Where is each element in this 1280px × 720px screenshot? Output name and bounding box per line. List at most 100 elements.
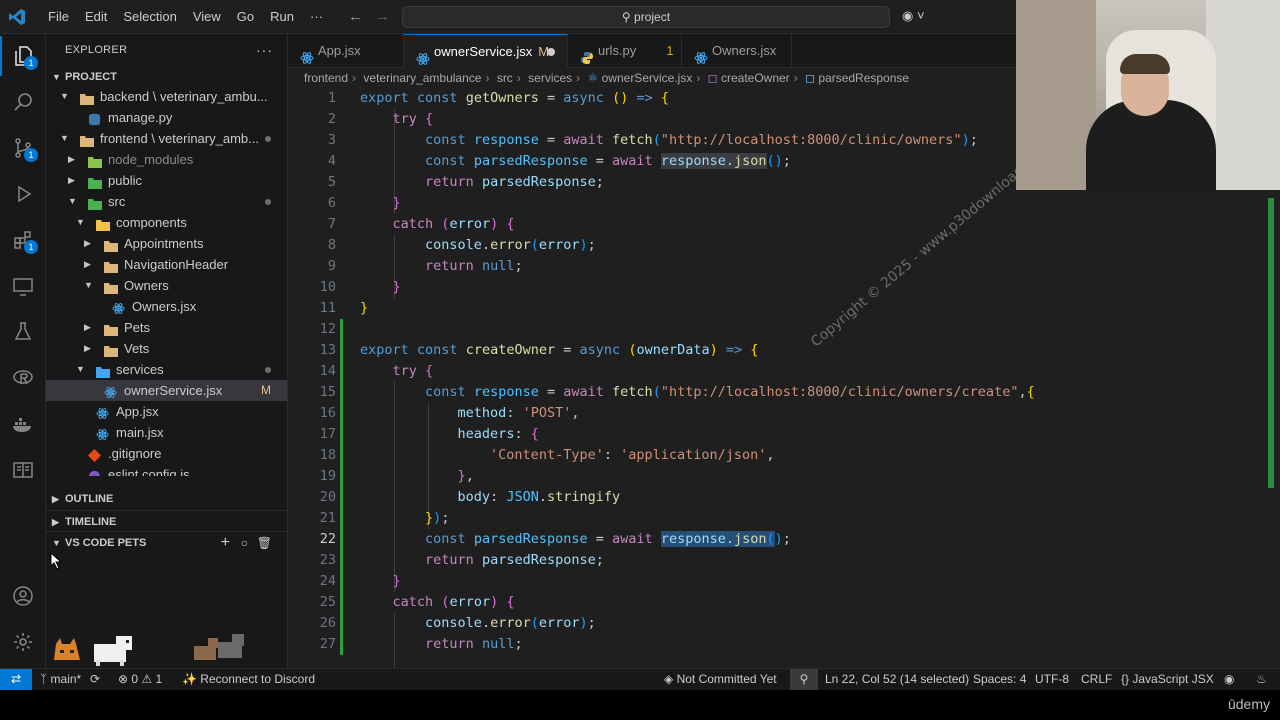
breadcrumb-item[interactable]: services [528, 71, 572, 85]
tab-label: Owners.jsx [712, 43, 777, 58]
tree-item[interactable]: ▼ Owners [46, 275, 287, 296]
chevron-down-icon: ▼ [60, 133, 69, 143]
search-activity-icon[interactable] [0, 82, 46, 122]
line-number: 12 [319, 321, 336, 337]
breadcrumb-item[interactable]: createOwner [721, 71, 790, 85]
discord-status[interactable]: ✨ Reconnect to Discord [182, 669, 315, 690]
tree-item[interactable]: ▼ components [46, 212, 287, 233]
settings-gear-icon[interactable] [0, 622, 46, 662]
command-center-search[interactable]: ⚲ project [402, 6, 890, 28]
tree-item[interactable]: App.jsx [46, 401, 287, 422]
menu-more[interactable]: ··· [302, 0, 331, 34]
r-extension-icon[interactable] [0, 358, 46, 398]
project-section-label: PROJECT [65, 71, 117, 83]
scrollbar-git-decoration[interactable] [1268, 198, 1274, 488]
python-icon [88, 111, 101, 126]
tree-item[interactable]: ▶ Vets [46, 338, 287, 359]
tab-app-jsx[interactable]: App.jsx [288, 34, 404, 68]
breadcrumb-item[interactable]: parsedResponse [818, 71, 909, 85]
tree-item[interactable]: ownerService.jsx M [46, 380, 287, 401]
tab-owners-jsx[interactable]: Owners.jsx [682, 34, 792, 68]
folder-icon [80, 132, 94, 147]
breadcrumb-item[interactable]: veterinary_ambulance [363, 71, 481, 85]
problem-count: 1 [666, 43, 674, 58]
code-line: return parsedResponse; [425, 174, 604, 190]
cursor-position[interactable]: Ln 22, Col 52 (14 selected) [825, 669, 969, 690]
tree-item[interactable]: ▼ backend \ veterinary_ambu... [46, 86, 287, 107]
tree-item[interactable]: ▶ Pets [46, 317, 287, 338]
editor-tabs: App.jsx ownerService.jsx M urls.py 1 Owner… [288, 34, 1016, 68]
reader-icon[interactable] [0, 450, 46, 490]
language-mode[interactable]: {} JavaScript JSX [1121, 669, 1214, 690]
brand-logo: ūdemy [1227, 696, 1270, 712]
timeline-section-header[interactable]: ▶ TIMELINE [46, 510, 287, 532]
tree-item[interactable]: Owners.jsx [46, 296, 287, 317]
problems-status[interactable]: ⊗ 0 ⚠ 1 [118, 669, 162, 690]
tree-item-label: .gitignore [108, 446, 162, 461]
tree-item[interactable]: ▼ src [46, 191, 287, 212]
modified-badge: M [261, 383, 271, 397]
nav-buttons: ← → [348, 8, 390, 25]
testing-flask-icon[interactable] [0, 312, 46, 352]
pets-section-header[interactable]: ▼ VS CODE PETS + ○ 🗑 [46, 531, 287, 554]
forward-arrow-icon[interactable]: → [375, 8, 390, 25]
git-branch-icon: ᛉ [40, 672, 48, 686]
unsaved-dot-icon[interactable] [547, 48, 555, 56]
git-blame-status[interactable]: ◈ Not Committed Yet [664, 669, 777, 690]
copilot-status-icon[interactable]: ◉ [1224, 669, 1234, 690]
tree-item[interactable]: manage.py [46, 107, 287, 128]
menu-edit[interactable]: Edit [77, 0, 115, 34]
tree-item-label: main.jsx [116, 425, 164, 440]
menu-view[interactable]: View [185, 0, 229, 34]
tree-item[interactable]: ▶ NavigationHeader [46, 254, 287, 275]
menu-run[interactable]: Run [262, 0, 302, 34]
react-icon [300, 44, 314, 64]
react-icon [96, 426, 109, 440]
tab-urls-py[interactable]: urls.py 1 [568, 34, 682, 68]
indentation[interactable]: Spaces: 4 [973, 669, 1026, 690]
menu-go[interactable]: Go [229, 0, 262, 34]
explorer-icon[interactable]: 1 [0, 36, 46, 76]
activity-bar: 1 1 1 [0, 34, 46, 668]
source-control-icon[interactable]: 1 [0, 128, 46, 168]
menu-selection[interactable]: Selection [115, 0, 184, 34]
breadcrumb-item[interactable]: ownerService.jsx [602, 71, 693, 85]
zoom-search-icon[interactable]: ⚲ [790, 669, 818, 690]
tree-item[interactable]: ▶ public [46, 170, 287, 191]
breadcrumb-item[interactable]: src [497, 71, 513, 85]
line-number: 13 [319, 342, 336, 358]
tree-item[interactable]: ▶ Appointments [46, 233, 287, 254]
tree-item[interactable]: ▼ frontend \ veterinary_amb... [46, 128, 287, 149]
remote-explorer-icon[interactable] [0, 266, 46, 306]
notifications-bell-icon[interactable]: ♨ [1256, 669, 1267, 690]
branch-status[interactable]: ᛉ main* [40, 669, 81, 690]
back-arrow-icon[interactable]: ← [348, 8, 363, 25]
fox-pet-icon [54, 638, 80, 660]
account-icon[interactable] [0, 576, 46, 616]
trash-icon[interactable]: 🗑 [257, 532, 272, 554]
menu-file[interactable]: File [40, 0, 77, 34]
docker-icon[interactable] [0, 404, 46, 444]
project-section-header[interactable]: ▼ PROJECT [46, 66, 287, 88]
code-line: } [392, 279, 401, 295]
tree-item[interactable]: ▶ node_modules [46, 149, 287, 170]
outline-section-header[interactable]: ▶ OUTLINE [46, 488, 287, 510]
extensions-icon[interactable]: 1 [0, 220, 46, 260]
tree-item[interactable]: main.jsx [46, 422, 287, 443]
ball-icon[interactable]: ○ [241, 532, 248, 554]
add-pet-icon[interactable]: + [221, 532, 230, 554]
tab-ownerservice-jsx[interactable]: ownerService.jsx M [404, 34, 568, 68]
encoding[interactable]: UTF-8 [1035, 669, 1069, 690]
tree-item[interactable]: .gitignore [46, 443, 287, 464]
tree-item[interactable]: ▼ services [46, 359, 287, 380]
line-ending[interactable]: CRLF [1081, 669, 1112, 690]
tree-item[interactable]: eslint.config.js [46, 464, 287, 476]
explorer-more-icon[interactable]: ··· [256, 34, 273, 66]
remote-indicator-icon[interactable]: ⇄ [0, 669, 32, 691]
copilot-icon[interactable]: ◉ ˅ [902, 8, 925, 24]
breadcrumb-item[interactable]: frontend [304, 71, 348, 85]
run-debug-icon[interactable] [0, 174, 46, 214]
tree-item-label: Vets [124, 341, 150, 356]
explorer-badge: 1 [24, 56, 38, 70]
sync-icon[interactable]: ⟳ [90, 669, 100, 690]
